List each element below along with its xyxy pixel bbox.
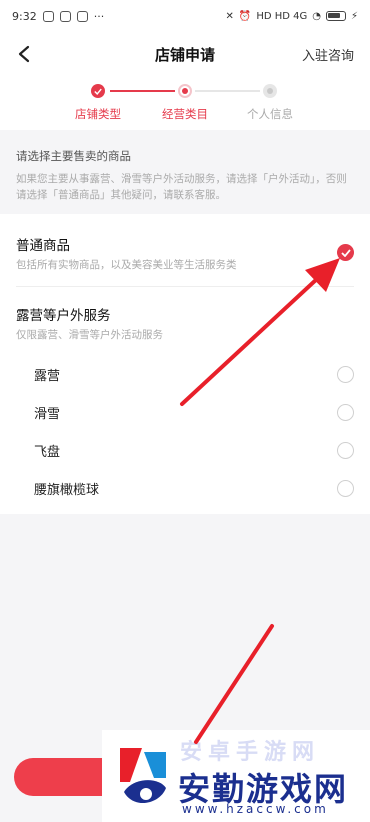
divider bbox=[16, 286, 354, 287]
arrow-to-bottom-button bbox=[194, 624, 274, 744]
app-notification-icon bbox=[59, 10, 71, 22]
consult-link[interactable]: 入驻咨询 bbox=[302, 45, 354, 64]
outdoor-item-camping[interactable]: 露营 bbox=[34, 365, 60, 384]
notice-detail: 如果您主要从事露营、滑雪等户外活动服务，请选择「户外活动」，否则请选择「普通商品… bbox=[16, 173, 347, 201]
outdoor-item-frisbee[interactable]: 飞盘 bbox=[34, 441, 60, 460]
step-personal-info: 个人信息 bbox=[230, 84, 310, 122]
option-general-desc: 包括所有实物商品，以及美容美业等生活服务类 bbox=[16, 259, 237, 271]
option-outdoor-desc: 仅限露营、滑雪等户外活动服务 bbox=[16, 329, 163, 341]
check-icon bbox=[91, 84, 105, 98]
watermark-url: www.hzaccw.com bbox=[182, 802, 329, 816]
shield-notification-icon bbox=[76, 10, 88, 22]
option-general-title[interactable]: 普通商品 bbox=[16, 234, 70, 254]
status-time: 9:32 bbox=[12, 9, 37, 23]
charging-icon: ⚡ bbox=[350, 10, 358, 22]
outdoor-item-skiing[interactable]: 滑雪 bbox=[34, 403, 60, 422]
check-icon bbox=[340, 248, 351, 257]
outdoor-item-flag-football[interactable]: 腰旗橄榄球 bbox=[34, 479, 99, 498]
step-label: 经营类目 bbox=[162, 107, 208, 121]
notice-title: 请选择主要售卖的商品 bbox=[16, 149, 131, 163]
notification-icon bbox=[42, 10, 54, 22]
more-notifications-icon: ··· bbox=[93, 9, 105, 23]
status-bar: 9:32 ··· ✕ ⏰ HD HD 4G ◔ ⚡ bbox=[0, 0, 370, 32]
step-indicator: 店铺类型 经营类目 个人信息 bbox=[0, 76, 370, 130]
step-label: 个人信息 bbox=[247, 107, 293, 121]
outdoor-item-flag-football-radio[interactable] bbox=[337, 480, 354, 497]
next-button[interactable] bbox=[14, 758, 114, 796]
battery-icon bbox=[325, 11, 346, 21]
option-outdoor-title: 露营等户外服务 bbox=[16, 308, 111, 324]
watermark-logo-icon bbox=[120, 748, 166, 804]
chevron-left-icon bbox=[18, 45, 30, 63]
step-todo-dot bbox=[263, 84, 277, 98]
outdoor-item-skiing-radio[interactable] bbox=[337, 404, 354, 421]
nav-bar: 店铺申请 入驻咨询 bbox=[0, 32, 370, 76]
watermark: 安卓手游网 安勤游戏网 www.hzaccw.com bbox=[102, 730, 370, 822]
alarm-icon: ⏰ bbox=[238, 10, 252, 22]
step-active-dot bbox=[178, 84, 192, 98]
step-label: 店铺类型 bbox=[75, 107, 121, 121]
mute-icon: ✕ bbox=[225, 10, 234, 22]
step-category: 经营类目 bbox=[145, 84, 225, 122]
back-button[interactable] bbox=[10, 40, 38, 68]
watermark-top-text: 安卓手游网 bbox=[180, 740, 321, 765]
step-store-type: 店铺类型 bbox=[58, 84, 138, 122]
outdoor-item-camping-radio[interactable] bbox=[337, 366, 354, 383]
option-general-radio[interactable] bbox=[337, 244, 354, 261]
signal-text: HD HD 4G bbox=[256, 10, 308, 22]
outdoor-item-frisbee-radio[interactable] bbox=[337, 442, 354, 459]
wifi-icon: ◔ bbox=[312, 10, 321, 22]
notice-section: 请选择主要售卖的商品 如果您主要从事露营、滑雪等户外活动服务，请选择「户外活动」… bbox=[0, 138, 370, 213]
category-options: 普通商品 包括所有实物商品，以及美容美业等生活服务类 露营等户外服务 仅限露营、… bbox=[0, 214, 370, 514]
